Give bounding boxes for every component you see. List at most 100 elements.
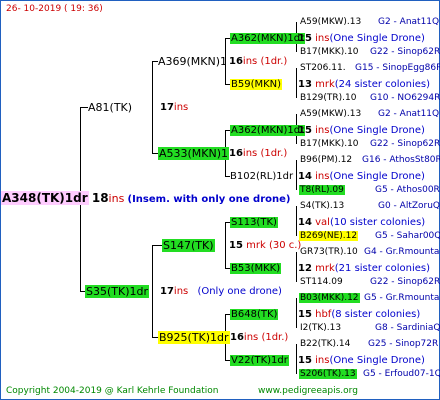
connector	[152, 245, 162, 246]
g4-name: B17(MKK).10	[300, 139, 359, 149]
connector	[296, 68, 297, 98]
g2-node-2[interactable]: S147(TK)	[162, 239, 215, 252]
g4-ref: G4 - Gr.Rmounta	[364, 247, 440, 257]
g4-node-7[interactable]: T8(RL).09	[299, 184, 345, 197]
g4-name: S4(TK).13	[300, 201, 345, 211]
g2-gen: 16	[229, 56, 243, 67]
connector	[296, 252, 297, 282]
g4-node-10[interactable]: GR73(TR).10	[300, 246, 358, 259]
g3-node-5[interactable]: B53(MKK)	[230, 262, 282, 275]
g4-ref: G16 - AthosSt80R	[362, 155, 440, 165]
g3-gen: 15	[298, 125, 312, 136]
g3-node-1[interactable]: B59(MKN)	[230, 78, 283, 91]
g3-name: A362(MKN)1dr	[230, 125, 306, 136]
g4-node-12[interactable]: B03(MKK).12	[299, 292, 360, 305]
g4-node-11[interactable]: ST114.09	[300, 276, 343, 289]
g4-node-14[interactable]: B22(TK).14	[300, 338, 350, 351]
g4-node-8[interactable]: S4(TK).13	[300, 200, 344, 213]
root-comment: (Insem. with only one drone)	[127, 194, 291, 205]
g3-info-4: 14 val(10 sister colonies)	[298, 216, 425, 229]
connector	[152, 245, 153, 337]
g3-gen: 15	[298, 33, 312, 44]
g4-name: B22(TK).14	[300, 339, 351, 349]
g1-ins: ins	[173, 286, 189, 297]
g2-gen: 16	[230, 332, 244, 343]
g1-gen: 17	[160, 286, 174, 297]
g3-comment: (One Single Drone)	[329, 33, 425, 44]
g4-ref: G22 - Sinop62R	[370, 47, 440, 57]
connector	[296, 344, 297, 374]
g2-comment: (1dr.)	[260, 56, 288, 67]
copyright-text: Copyright 2004-2019 @ Karl Kehrle Founda…	[6, 386, 219, 396]
g4-name: ST206.11.	[300, 63, 346, 73]
g4-name: ST114.09	[300, 277, 343, 287]
g1-info-0: 17ins	[160, 101, 188, 114]
connector	[80, 107, 88, 108]
g4-node-2[interactable]: ST206.11.	[300, 62, 346, 75]
g3-name: B648(TK)	[230, 309, 279, 320]
g1-name: A81(TK)	[88, 101, 133, 114]
g4-ref: G10 - NO6294R	[370, 93, 440, 103]
g4-name: A59(MKW).13	[300, 109, 362, 119]
g4-ref: G5 - Erfoud07-1Q	[363, 369, 440, 379]
g4-ref: G5 - Athos00R	[375, 185, 440, 195]
g2-ins: mrk	[246, 240, 266, 251]
g3-ins: ins	[315, 171, 330, 182]
g1-node-1[interactable]: S35(TK)1dr	[85, 285, 149, 298]
g4-ref: G5 - Sahar00Q	[375, 231, 440, 241]
g2-info-3: 16ins (1dr.)	[230, 331, 288, 344]
date-label: 26- 10-2019 ( 19: 36)	[6, 4, 103, 14]
connector	[296, 206, 297, 236]
g4-node-4[interactable]: A59(MKW).13	[300, 108, 361, 121]
g3-node-7[interactable]: V22(TK)1dr	[230, 354, 289, 367]
g4-node-15[interactable]: S206(TK).13	[299, 368, 357, 381]
g3-node-4[interactable]: S113(TK)	[230, 216, 278, 229]
g4-name: B129(TR).10	[300, 93, 357, 103]
g2-node-3[interactable]: B925(TK)1dr	[158, 331, 230, 344]
g3-node-3[interactable]: B102(RL)1dr	[230, 170, 293, 183]
g3-node-2[interactable]: A362(MKN)1dr	[230, 124, 306, 137]
g4-node-13[interactable]: I2(TK).13	[300, 322, 341, 335]
g2-comment: (1dr.)	[261, 332, 289, 343]
g4-name: S206(TK).13	[299, 369, 357, 379]
g4-node-5[interactable]: B17(MKK).10	[300, 138, 359, 151]
root-ins: ins	[108, 192, 125, 205]
g1-node-0[interactable]: A81(TK)	[88, 101, 132, 114]
g3-comment: (24 sister colonies)	[334, 79, 431, 90]
site-link[interactable]: www.pedigreeapis.org	[258, 385, 358, 398]
g4-name: GR73(TR).10	[300, 247, 358, 257]
g4-node-0[interactable]: A59(MKW).13	[300, 16, 361, 29]
g3-node-0[interactable]: A362(MKN)1dr	[230, 32, 306, 45]
g4-node-9[interactable]: B269(NE).12	[299, 230, 359, 243]
g3-ins: mrk	[315, 79, 335, 90]
g4-ref: G15 - SinopEgg86R	[355, 63, 440, 73]
g2-gen: 16	[229, 148, 243, 159]
g3-name: B102(RL)1dr	[230, 171, 294, 182]
connector	[296, 298, 297, 328]
g3-info-0: 15 ins(One Single Drone)	[298, 32, 425, 45]
g4-node-6[interactable]: B96(PM).12	[300, 154, 352, 167]
g4-node-3[interactable]: B129(TR).10	[300, 92, 356, 105]
root-node[interactable]: A348(TK)1dr 18ins (Insem. with only one …	[1, 191, 291, 206]
g3-ins: val	[315, 217, 330, 228]
g2-info-2: 15 mrk (30 c.)	[229, 239, 301, 252]
g3-gen: 13	[298, 79, 312, 90]
g4-ref: G2 - Anat11Q	[378, 109, 440, 119]
g3-node-6[interactable]: B648(TK)	[230, 308, 279, 321]
g2-node-0[interactable]: A369(MKN)1	[158, 55, 227, 68]
g3-name: V22(TK)1dr	[230, 355, 289, 366]
g2-ins: ins	[242, 56, 258, 67]
root-gen: 18	[91, 191, 109, 205]
root-name: A348(TK)1dr	[1, 191, 89, 205]
g3-comment: (8 sister colonies)	[331, 309, 421, 320]
g4-ref: G5 - Gr.Rmounta	[364, 293, 440, 303]
g3-name: B53(MKK)	[230, 263, 282, 274]
g3-name: A362(MKN)1dr	[230, 33, 306, 44]
g3-ins: ins	[315, 355, 330, 366]
g3-ins: ins	[315, 33, 330, 44]
g3-info-1: 13 mrk(24 sister colonies)	[298, 78, 430, 91]
g3-comment: (One Single Drone)	[329, 125, 425, 136]
g2-node-1[interactable]: A533(MKN)1	[158, 147, 230, 160]
g3-ins: hbf	[315, 309, 332, 320]
g4-node-1[interactable]: B17(MKK).10	[300, 46, 359, 59]
